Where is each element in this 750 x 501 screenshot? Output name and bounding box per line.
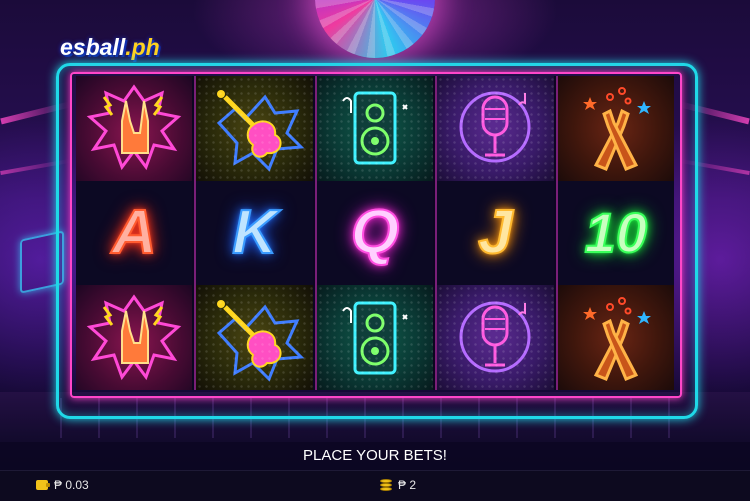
symbol-speaker	[316, 285, 434, 391]
symbol-microphone	[437, 76, 554, 181]
microphone-icon	[459, 91, 531, 163]
symbol-a: A	[76, 180, 193, 286]
reel-3: Q	[314, 76, 434, 391]
symbol-rock-hand	[76, 76, 193, 181]
electric-guitar-icon	[216, 90, 304, 172]
beer-bottles-icon	[582, 87, 651, 172]
symbol-beer-bottles	[557, 76, 675, 181]
microphone-icon	[459, 301, 531, 373]
symbol-rock-hand	[76, 285, 193, 391]
letter-k: K	[231, 198, 278, 267]
symbol-microphone	[437, 285, 554, 391]
reel-5: 10	[555, 76, 675, 391]
electric-guitar-icon	[216, 299, 304, 382]
symbol-10: 10	[557, 180, 675, 286]
letter-a: A	[111, 198, 158, 267]
reels-grid[interactable]: A K Q J 10	[76, 76, 675, 391]
bet-display[interactable]: ₱ 2	[380, 478, 416, 492]
esball-logo: esball.ph	[60, 34, 160, 60]
speaker-icon	[342, 301, 408, 375]
symbol-j: J	[437, 180, 554, 286]
number-10: 10	[584, 201, 648, 264]
beer-bottles-icon	[582, 296, 651, 381]
rock-hand-icon	[86, 84, 182, 171]
reel-1: A	[76, 76, 193, 391]
symbol-speaker	[316, 76, 434, 181]
balance-value: ₱ 0.03	[54, 478, 89, 492]
reel-4: J	[435, 76, 554, 391]
coins-icon	[380, 479, 392, 491]
letter-j: J	[477, 198, 514, 267]
rock-hand-icon	[86, 294, 182, 380]
symbol-electric-guitar	[196, 76, 313, 181]
reel-2: K	[194, 76, 313, 391]
status-message: PLACE YOUR BETS!	[0, 442, 750, 470]
speaker-icon	[342, 91, 408, 165]
symbol-k: K	[196, 180, 313, 286]
wallet-icon	[36, 480, 50, 490]
balance-display[interactable]: ₱ 0.03	[36, 478, 89, 492]
bottom-bar: ₱ 0.03 ₱ 2	[0, 470, 750, 501]
bet-value: ₱ 2	[398, 478, 417, 492]
symbol-q: Q	[316, 180, 434, 286]
symbol-beer-bottles	[557, 285, 675, 391]
symbol-electric-guitar	[196, 285, 313, 391]
letter-q: Q	[350, 198, 400, 267]
